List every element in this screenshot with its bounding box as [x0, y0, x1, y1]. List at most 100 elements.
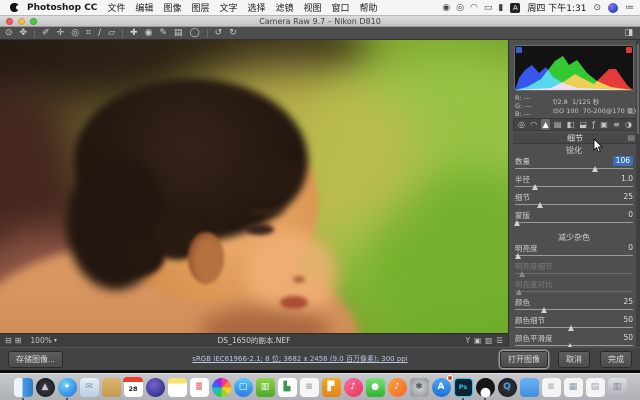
graduated-filter-tool-icon[interactable]: ▤: [174, 27, 183, 39]
dock-folder-blue[interactable]: [519, 377, 539, 397]
dock-system-preferences[interactable]: ✱: [409, 377, 429, 397]
adjustment-brush-tool-icon[interactable]: ✎: [160, 27, 168, 39]
notification-center-icon[interactable]: ≔: [625, 3, 634, 13]
color-sampler-tool-icon[interactable]: ✛: [57, 27, 65, 39]
copy-settings-icon[interactable]: ▥: [485, 336, 492, 345]
slider-thumb[interactable]: [537, 202, 543, 208]
slider-value[interactable]: 25: [623, 192, 633, 202]
hand-tool-icon[interactable]: ✥: [20, 27, 28, 39]
dock-photoshop[interactable]: Ps: [453, 377, 473, 397]
slider-value[interactable]: 1.0: [621, 174, 633, 184]
slider-track[interactable]: [515, 273, 633, 278]
app-menu-title[interactable]: Photoshop CC: [27, 3, 97, 13]
tab-presets[interactable]: ≡: [612, 119, 621, 130]
menu-item-4[interactable]: 文字: [219, 4, 237, 14]
battery-icon[interactable]: ▮: [498, 3, 503, 13]
dock-document-2[interactable]: ▦: [563, 377, 583, 397]
before-after-toggle-icon[interactable]: Y: [465, 336, 470, 345]
cancel-button[interactable]: 取消: [558, 351, 590, 368]
dock-stocks[interactable]: ▙: [277, 377, 297, 397]
menu-item-9[interactable]: 帮助: [360, 4, 378, 14]
menu-item-3[interactable]: 图层: [191, 4, 209, 14]
slider-thumb[interactable]: [516, 289, 522, 295]
slider-value[interactable]: 0: [628, 210, 633, 220]
transform-tool-icon[interactable]: ▱: [108, 27, 115, 39]
slider-thumb[interactable]: [515, 253, 521, 259]
dock-calendar[interactable]: 28: [123, 377, 143, 397]
dock-siri[interactable]: [145, 377, 165, 397]
bluetooth-icon[interactable]: ◎: [456, 3, 464, 13]
menu-item-6[interactable]: 滤镜: [276, 4, 294, 14]
photo-preview[interactable]: [0, 40, 508, 333]
dock-launchpad[interactable]: ▲: [35, 377, 55, 397]
dock-trash[interactable]: ▥: [607, 377, 627, 397]
dock-messages[interactable]: ▢: [233, 377, 253, 397]
dock-quicktime[interactable]: Q: [497, 377, 517, 397]
slider-value[interactable]: 106: [613, 156, 633, 166]
tab-effects[interactable]: ƒ: [591, 119, 596, 130]
siri-icon[interactable]: [608, 3, 618, 13]
white-balance-tool-icon[interactable]: ✐: [42, 27, 50, 39]
slider-track[interactable]: [515, 204, 633, 209]
display-icon[interactable]: ▭: [484, 3, 493, 13]
slider-thumb[interactable]: [519, 271, 525, 277]
slider-track[interactable]: [515, 309, 633, 314]
radial-filter-tool-icon[interactable]: ◯: [190, 27, 200, 39]
tab-basic[interactable]: ◎: [517, 119, 526, 130]
slider-track[interactable]: [515, 222, 633, 227]
straighten-tool-icon[interactable]: ∕: [98, 27, 101, 39]
slider-track[interactable]: [515, 186, 633, 191]
histogram[interactable]: [514, 45, 634, 91]
preview-preferences-icon[interactable]: ☰: [496, 336, 503, 345]
menu-item-1[interactable]: 编辑: [135, 4, 153, 14]
tab-split-toning[interactable]: ◧: [566, 119, 576, 130]
tab-detail[interactable]: ▲: [541, 119, 549, 130]
wifi-icon[interactable]: ◠: [470, 3, 478, 13]
panel-scrollbar[interactable]: [636, 40, 640, 370]
dock-folder-tan[interactable]: [101, 377, 121, 397]
tab-snapshots[interactable]: ◑: [624, 119, 633, 130]
dock-qq[interactable]: [475, 377, 495, 397]
toggle-panel-icon[interactable]: ◨: [624, 27, 633, 39]
menu-item-5[interactable]: 选择: [247, 4, 265, 14]
tab-camera-calibration[interactable]: ▣: [599, 119, 609, 130]
open-image-button[interactable]: 打开图像: [500, 351, 548, 368]
menu-item-7[interactable]: 视图: [304, 4, 322, 14]
menubar-clock[interactable]: 周四 下午1:31: [527, 1, 586, 14]
dock-music[interactable]: ♪: [387, 377, 407, 397]
spot-removal-tool-icon[interactable]: ✚: [130, 27, 138, 39]
dock-reminders[interactable]: ≣: [189, 377, 209, 397]
spotlight-search-icon[interactable]: ⊙: [593, 3, 601, 13]
dock-finder[interactable]: [13, 377, 33, 397]
dock-itunes[interactable]: ♪: [343, 377, 363, 397]
dock-notes[interactable]: [167, 377, 187, 397]
slider-value[interactable]: 0: [628, 243, 633, 253]
crop-tool-icon[interactable]: ⌗: [86, 27, 91, 39]
menu-item-0[interactable]: 文件: [107, 4, 125, 14]
slider-track[interactable]: [515, 255, 633, 260]
slider-value[interactable]: 25: [623, 297, 633, 307]
targeted-adjustment-tool-icon[interactable]: ◎: [71, 27, 79, 39]
zoom-tool-icon[interactable]: ⊙: [5, 27, 13, 39]
dock-facetime[interactable]: ●: [365, 377, 385, 397]
dock-numbers[interactable]: ▥: [255, 377, 275, 397]
dock-safari[interactable]: ✦: [57, 377, 77, 397]
zoom-out-button[interactable]: ⊟: [5, 336, 12, 345]
workflow-options-link[interactable]: sRGB IEC61966-2.1; 8 位; 3682 x 2456 (9.0…: [140, 354, 460, 364]
apple-menu-icon[interactable]: [10, 3, 19, 12]
swap-settings-icon[interactable]: ▣: [474, 336, 481, 345]
slider-track[interactable]: [515, 291, 633, 296]
screen-mirroring-icon[interactable]: ◉: [442, 3, 450, 13]
red-eye-tool-icon[interactable]: ◉: [145, 27, 153, 39]
slider-thumb[interactable]: [568, 325, 574, 331]
slider-thumb[interactable]: [592, 166, 598, 172]
dock-document-3[interactable]: ▤: [585, 377, 605, 397]
dock-photos[interactable]: [211, 377, 231, 397]
menu-item-2[interactable]: 图像: [163, 4, 181, 14]
menu-item-8[interactable]: 窗口: [332, 4, 350, 14]
done-button[interactable]: 完成: [600, 351, 632, 368]
slider-thumb[interactable]: [514, 220, 520, 226]
input-method-icon[interactable]: A: [510, 3, 520, 13]
tab-tone-curve[interactable]: ◠: [529, 119, 538, 130]
slider-track[interactable]: [515, 327, 633, 332]
